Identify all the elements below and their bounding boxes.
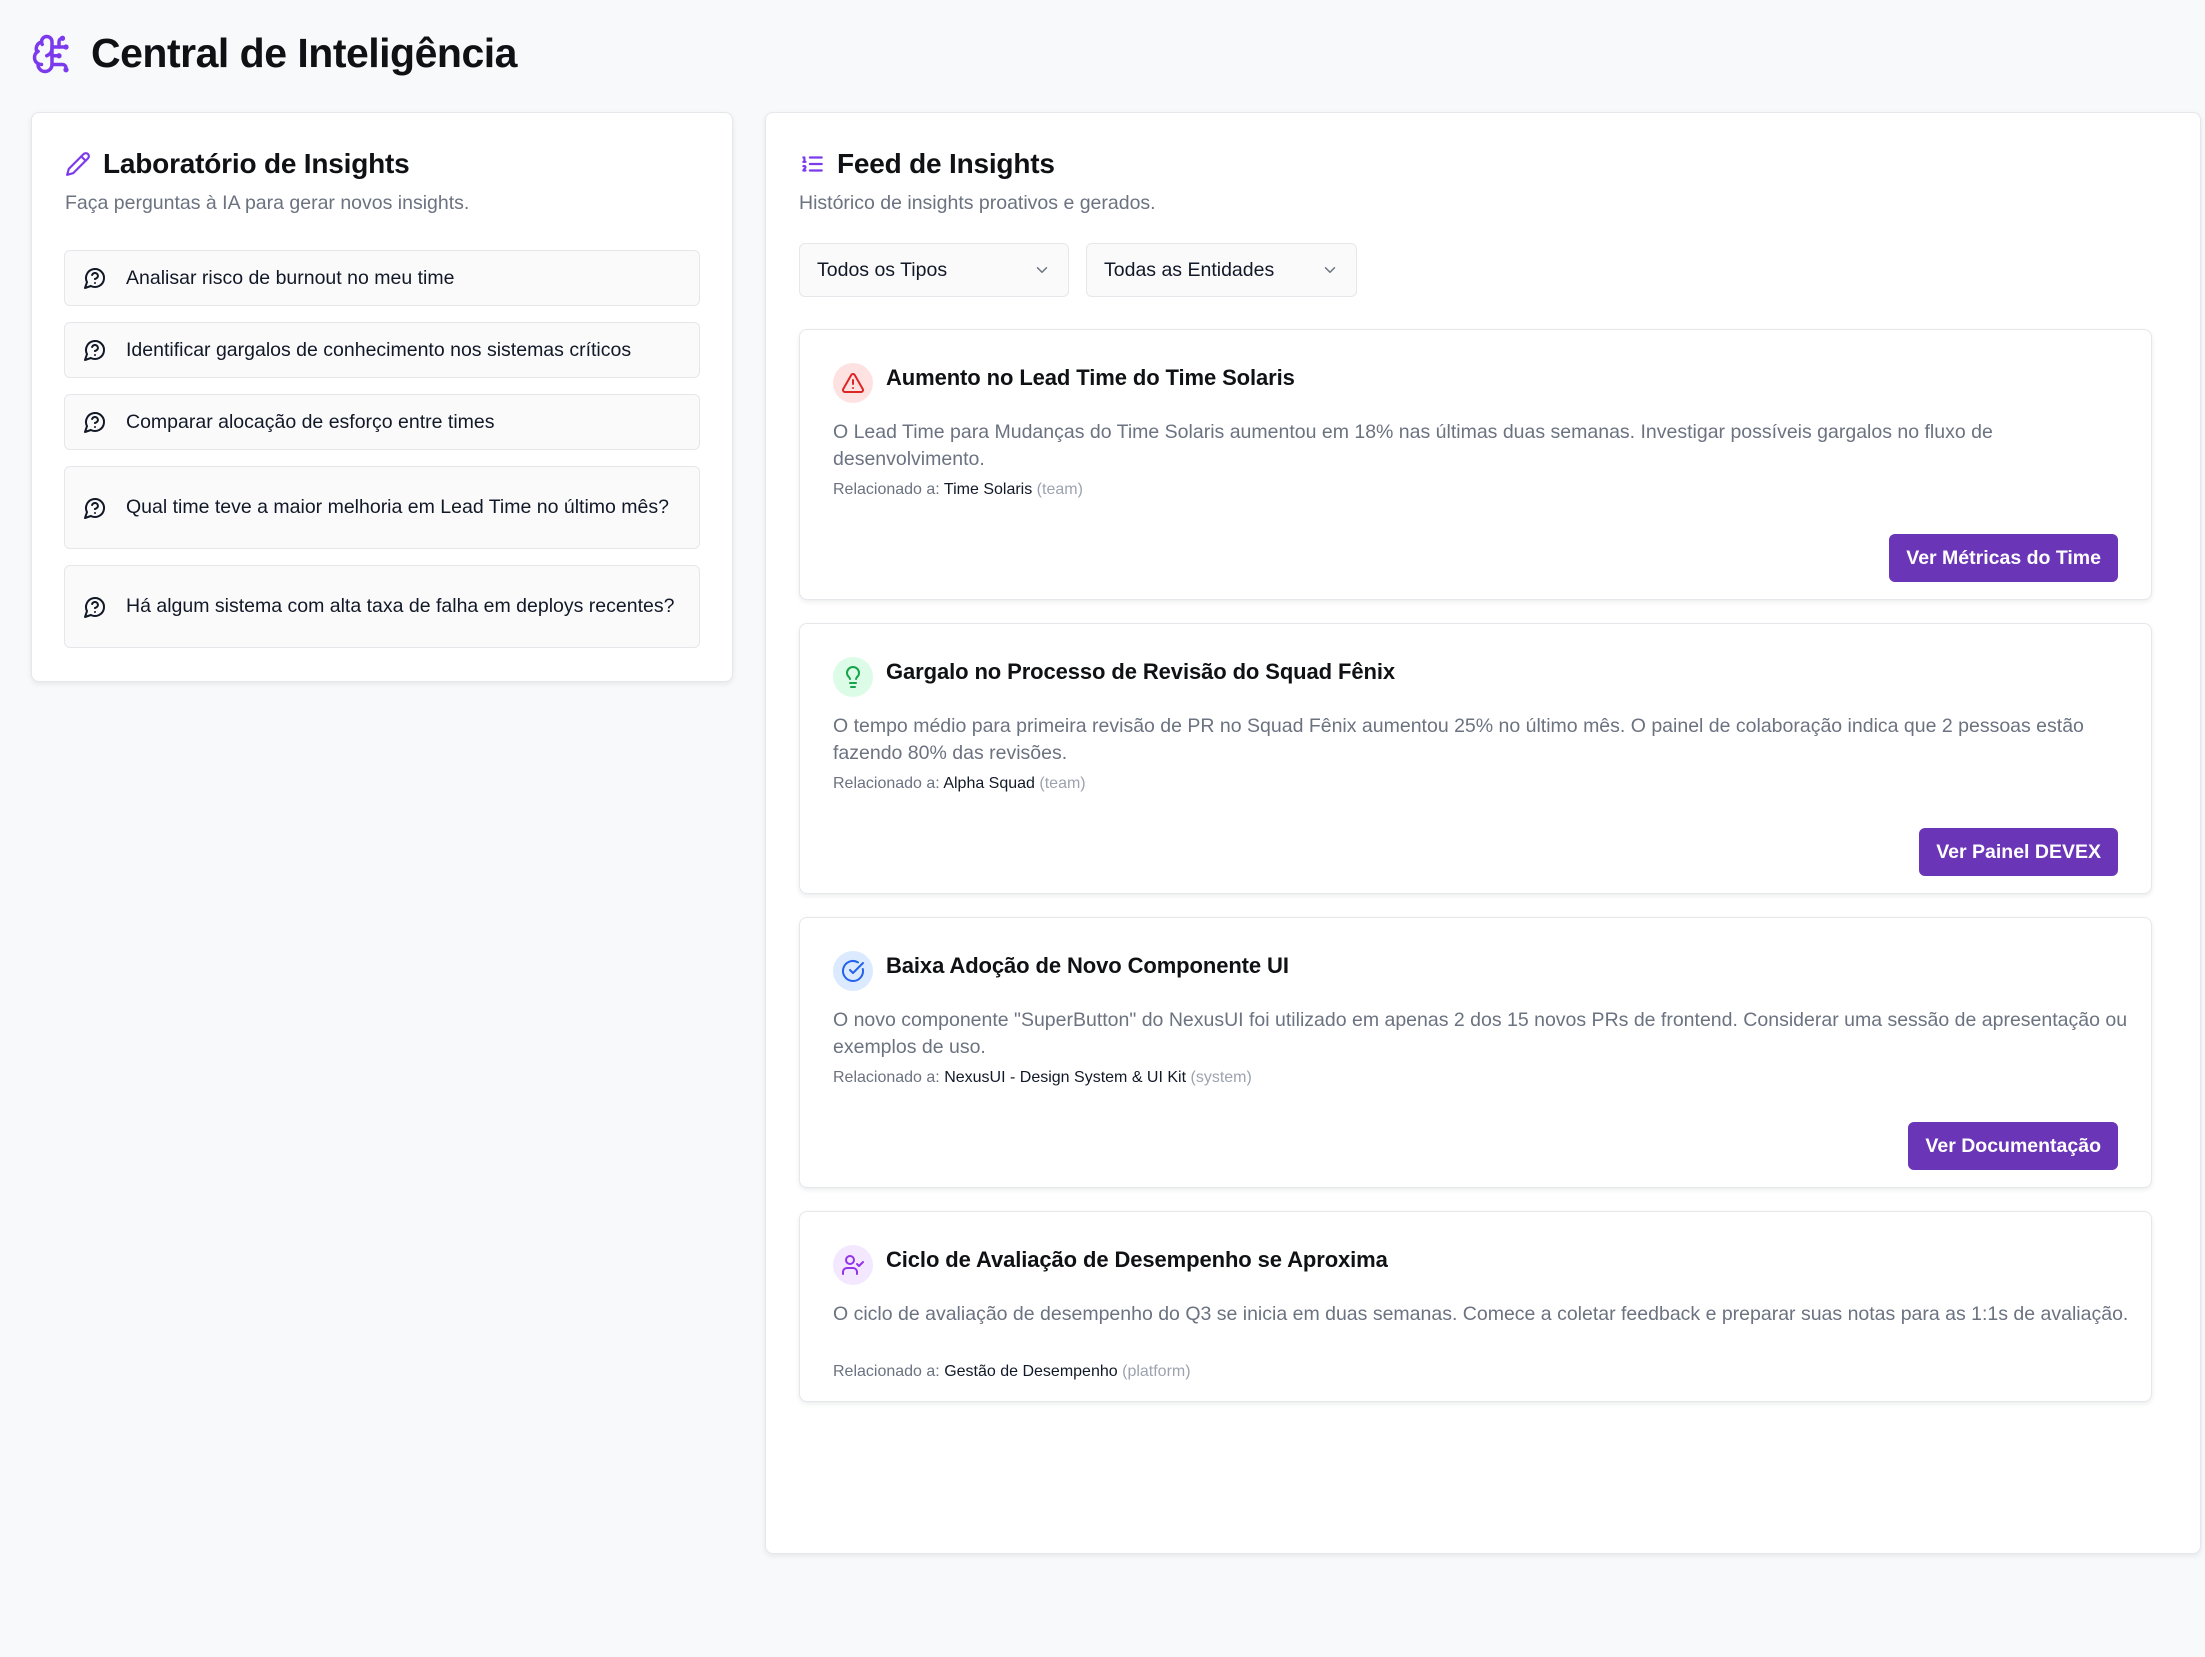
prompt-suggestion-label: Identificar gargalos de conhecimento nos… <box>126 338 632 361</box>
related-label: Relacionado a: <box>833 1069 940 1086</box>
message-question-icon <box>83 595 107 619</box>
brain-icon <box>31 31 73 77</box>
insight-related: Relacionado a: Alpha Squad (team) <box>833 775 1086 793</box>
entity-filter-select[interactable]: Todas as Entidades <box>1086 243 1357 297</box>
lightbulb-icon <box>833 657 873 697</box>
related-label: Relacionado a: <box>833 775 940 792</box>
list-icon <box>799 151 825 177</box>
prompt-suggestion-label: Qual time teve a maior melhoria em Lead … <box>126 496 669 518</box>
feed-panel-subtitle: Histórico de insights proativos e gerado… <box>799 192 1156 214</box>
prompt-suggestion-label: Há algum sistema com alta taxa de falha … <box>126 595 675 617</box>
lab-panel-title: Laboratório de Insights <box>103 148 410 179</box>
lab-panel-subtitle: Faça perguntas à IA para gerar novos ins… <box>65 192 470 214</box>
page-title: Central de Inteligência <box>91 30 517 76</box>
prompt-suggestion-button[interactable]: Analisar risco de burnout no meu time <box>64 250 700 306</box>
related-entity-type: (system) <box>1190 1069 1252 1086</box>
prompt-suggestion-button[interactable]: Qual time teve a maior melhoria em Lead … <box>64 466 700 549</box>
type-filter-select[interactable]: Todos os Tipos <box>799 243 1069 297</box>
feed-filters: Todos os Tipos Todas as Entidades <box>799 243 1357 297</box>
insight-title: Ciclo de Avaliação de Desempenho se Apro… <box>886 1247 1388 1272</box>
prompt-suggestion-button[interactable]: Identificar gargalos de conhecimento nos… <box>64 322 700 378</box>
related-label: Relacionado a: <box>833 481 940 498</box>
feed-panel-title: Feed de Insights <box>837 148 1055 179</box>
feed-panel-header: Feed de Insights <box>799 148 1055 180</box>
prompt-suggestion-button[interactable]: Comparar alocação de esforço entre times <box>64 394 700 450</box>
insight-title: Aumento no Lead Time do Time Solaris <box>886 365 1295 390</box>
view-team-metrics-button[interactable]: Ver Métricas do Time <box>1889 534 2118 582</box>
insight-card: Aumento no Lead Time do Time Solaris O L… <box>799 329 2152 600</box>
message-question-icon <box>83 410 107 434</box>
insight-card: Baixa Adoção de Novo Componente UI O nov… <box>799 917 2152 1188</box>
insight-description: O novo componente "SuperButton" do Nexus… <box>833 1009 2128 1058</box>
page-header: Central de Inteligência <box>31 30 517 77</box>
related-entity-link[interactable]: Alpha Squad <box>943 775 1035 792</box>
related-entity-type: (team) <box>1039 775 1086 792</box>
chevron-down-icon <box>1033 261 1051 279</box>
insight-description: O tempo médio para primeira revisão de P… <box>833 715 2084 764</box>
chevron-down-icon <box>1321 261 1339 279</box>
view-documentation-button[interactable]: Ver Documentação <box>1908 1122 2118 1170</box>
insight-related: Relacionado a: Gestão de Desempenho (pla… <box>833 1363 1191 1381</box>
prompt-suggestion-label: Comparar alocação de esforço entre times <box>126 410 495 433</box>
related-label: Relacionado a: <box>833 1363 940 1380</box>
insight-related: Relacionado a: Time Solaris (team) <box>833 481 1083 499</box>
related-entity-type: (platform) <box>1122 1363 1191 1380</box>
insight-title: Baixa Adoção de Novo Componente UI <box>886 953 1289 978</box>
type-filter-value: Todos os Tipos <box>817 258 948 281</box>
message-question-icon <box>83 338 107 362</box>
related-entity-link[interactable]: Gestão de Desempenho <box>944 1363 1117 1380</box>
insight-description: O Lead Time para Mudanças do Time Solari… <box>833 421 1993 470</box>
insight-description: O ciclo de avaliação de desempenho do Q3… <box>833 1303 2129 1325</box>
alert-triangle-icon <box>833 363 873 403</box>
insight-card: Ciclo de Avaliação de Desempenho se Apro… <box>799 1211 2152 1402</box>
insight-title: Gargalo no Processo de Revisão do Squad … <box>886 659 1395 684</box>
insight-card: Gargalo no Processo de Revisão do Squad … <box>799 623 2152 894</box>
insights-feed-panel: Feed de Insights Histórico de insights p… <box>765 112 2201 1554</box>
pencil-icon <box>65 151 91 177</box>
check-circle-icon <box>833 951 873 991</box>
prompt-suggestion-label: Analisar risco de burnout no meu time <box>126 266 455 289</box>
entity-filter-value: Todas as Entidades <box>1104 258 1275 281</box>
insight-related: Relacionado a: NexusUI - Design System &… <box>833 1069 1252 1087</box>
user-check-icon <box>833 1245 873 1285</box>
prompt-suggestion-button[interactable]: Há algum sistema com alta taxa de falha … <box>64 565 700 648</box>
message-question-icon <box>83 496 107 520</box>
message-question-icon <box>83 266 107 290</box>
related-entity-link[interactable]: NexusUI - Design System & UI Kit <box>944 1069 1186 1086</box>
insights-lab-panel: Laboratório de Insights Faça perguntas à… <box>31 112 733 682</box>
view-devex-panel-button[interactable]: Ver Painel DEVEX <box>1919 828 2118 876</box>
related-entity-link[interactable]: Time Solaris <box>944 481 1032 498</box>
suggested-prompts-list: Analisar risco de burnout no meu time Id… <box>64 250 700 664</box>
related-entity-type: (team) <box>1036 481 1083 498</box>
lab-panel-header: Laboratório de Insights <box>65 148 410 180</box>
